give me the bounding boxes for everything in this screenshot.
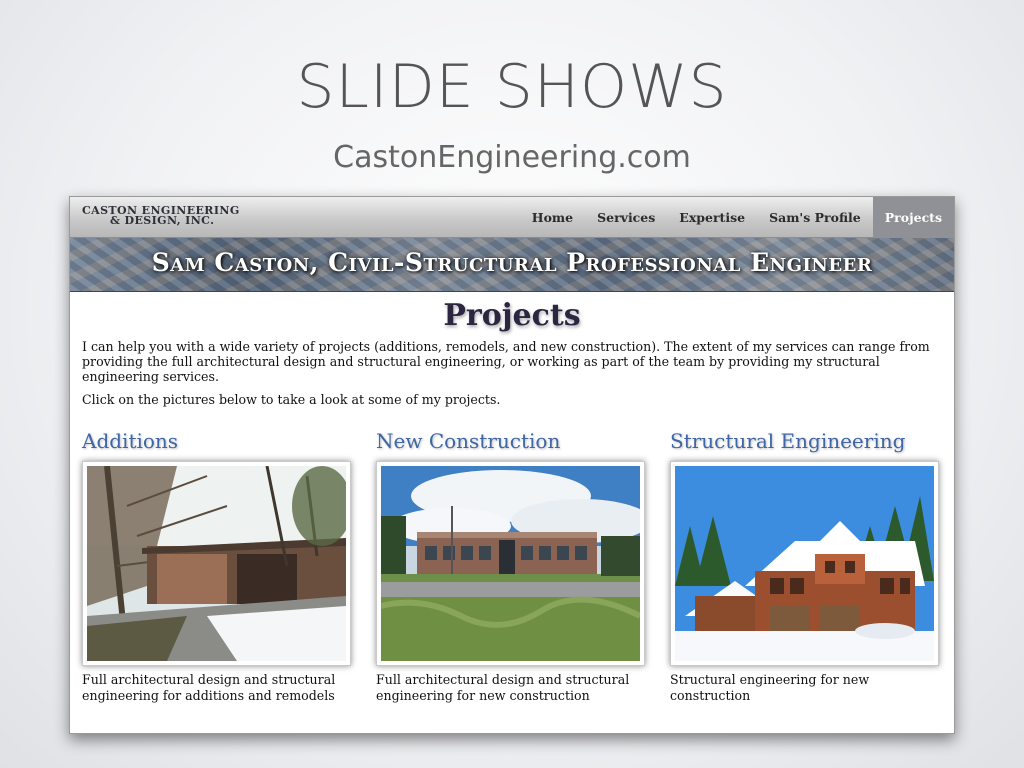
main-content: Projects I can help you with a wide vari… [70, 292, 954, 704]
project-photo-new-construction[interactable] [376, 461, 645, 666]
project-caption-additions: Full architectural design and structural… [82, 672, 336, 703]
project-caption-structural-engineering: Structural engineering for new construct… [670, 672, 870, 703]
nav-menu: Home Services Expertise Sam's Profile Pr… [520, 197, 954, 238]
project-card-new-construction: New Construction Full architectural desi… [376, 429, 648, 704]
banner-title: Sam Caston, Civil-Structural Professiona… [151, 248, 873, 277]
logo-line-2: & DESIGN, Inc. [110, 214, 215, 227]
nav-item-home[interactable]: Home [520, 197, 585, 238]
project-photo-additions[interactable] [82, 461, 351, 666]
nav-item-projects[interactable]: Projects [872, 197, 954, 238]
slide-subtitle: CastonEngineering.com [333, 140, 691, 175]
project-title-structural-engineering[interactable]: Structural Engineering [670, 429, 942, 453]
additions-house-image [87, 466, 346, 661]
project-title-additions[interactable]: Additions [82, 429, 354, 453]
project-card-additions: Additions Full architectural design and … [82, 429, 354, 704]
page-heading: Projects [443, 298, 581, 333]
project-columns: Additions Full architectural design and … [82, 429, 942, 704]
nav-item-expertise[interactable]: Expertise [667, 197, 757, 238]
project-card-structural-engineering: Structural Engineering Structural engine… [670, 429, 942, 704]
instruction-paragraph: Click on the pictures below to take a lo… [82, 392, 501, 407]
nav-item-services[interactable]: Services [585, 197, 667, 238]
site-navbar: CASTON ENGINEERING & DESIGN, Inc. Home S… [70, 197, 954, 238]
project-title-new-construction[interactable]: New Construction [376, 429, 648, 453]
structural-engineering-lodge-image [675, 466, 934, 661]
new-construction-building-image [381, 466, 640, 661]
website-screenshot: CASTON ENGINEERING & DESIGN, Inc. Home S… [69, 196, 955, 734]
project-caption-new-construction: Full architectural design and structural… [376, 672, 630, 703]
intro-paragraph: I can help you with a wide variety of pr… [82, 339, 930, 384]
site-banner: Sam Caston, Civil-Structural Professiona… [70, 238, 954, 292]
slide-title: SLIDE SHOWS [296, 52, 728, 122]
nav-item-sams-profile[interactable]: Sam's Profile [757, 197, 873, 238]
site-logo[interactable]: CASTON ENGINEERING & DESIGN, Inc. [82, 205, 240, 227]
project-photo-structural-engineering[interactable] [670, 461, 939, 666]
